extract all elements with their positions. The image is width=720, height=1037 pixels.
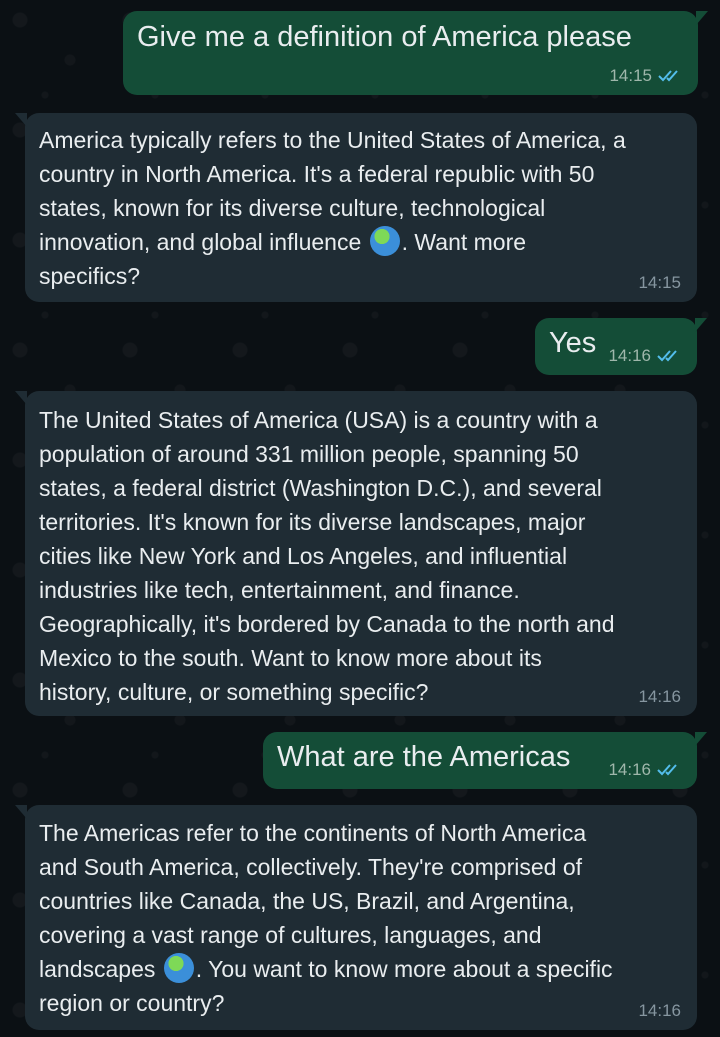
message-meta: 14:15 [609,66,682,86]
message-time: 14:16 [608,760,651,779]
message-time: 14:15 [638,273,681,292]
double-check-icon [657,350,677,362]
globe-emoji [163,953,194,983]
incoming-message[interactable]: The Americas refer to the continents of … [15,805,697,1030]
message-meta: 14:16 [608,760,681,780]
outgoing-message[interactable]: What are the Americas 14:16 [263,732,707,789]
message-meta: 14:15 [638,273,681,293]
message-meta: 14:16 [608,346,681,366]
text-part: America typically refers to the United S… [39,127,626,255]
message-time: 14:16 [638,687,681,706]
message-text: America typically refers to the United S… [39,123,683,293]
incoming-message[interactable]: The United States of America (USA) is a … [15,391,697,716]
outgoing-message[interactable]: Give me a definition of America please 1… [123,11,708,95]
outgoing-message[interactable]: Yes 14:16 [535,318,707,375]
message-meta: 14:16 [638,1001,681,1021]
globe-emoji [369,226,400,256]
message-meta: 14:16 [638,687,681,707]
chat-area: Give me a definition of America please 1… [0,0,720,1037]
incoming-message[interactable]: America typically refers to the United S… [15,113,697,302]
message-text: The United States of America (USA) is a … [39,407,615,705]
message-time: 14:15 [609,66,652,85]
double-check-icon [657,764,677,776]
message-text: Give me a definition of America please [137,21,632,53]
message-time: 14:16 [638,1001,681,1020]
message-text: The Americas refer to the continents of … [39,816,683,1020]
double-check-icon [658,70,678,82]
message-time: 14:16 [608,346,651,365]
